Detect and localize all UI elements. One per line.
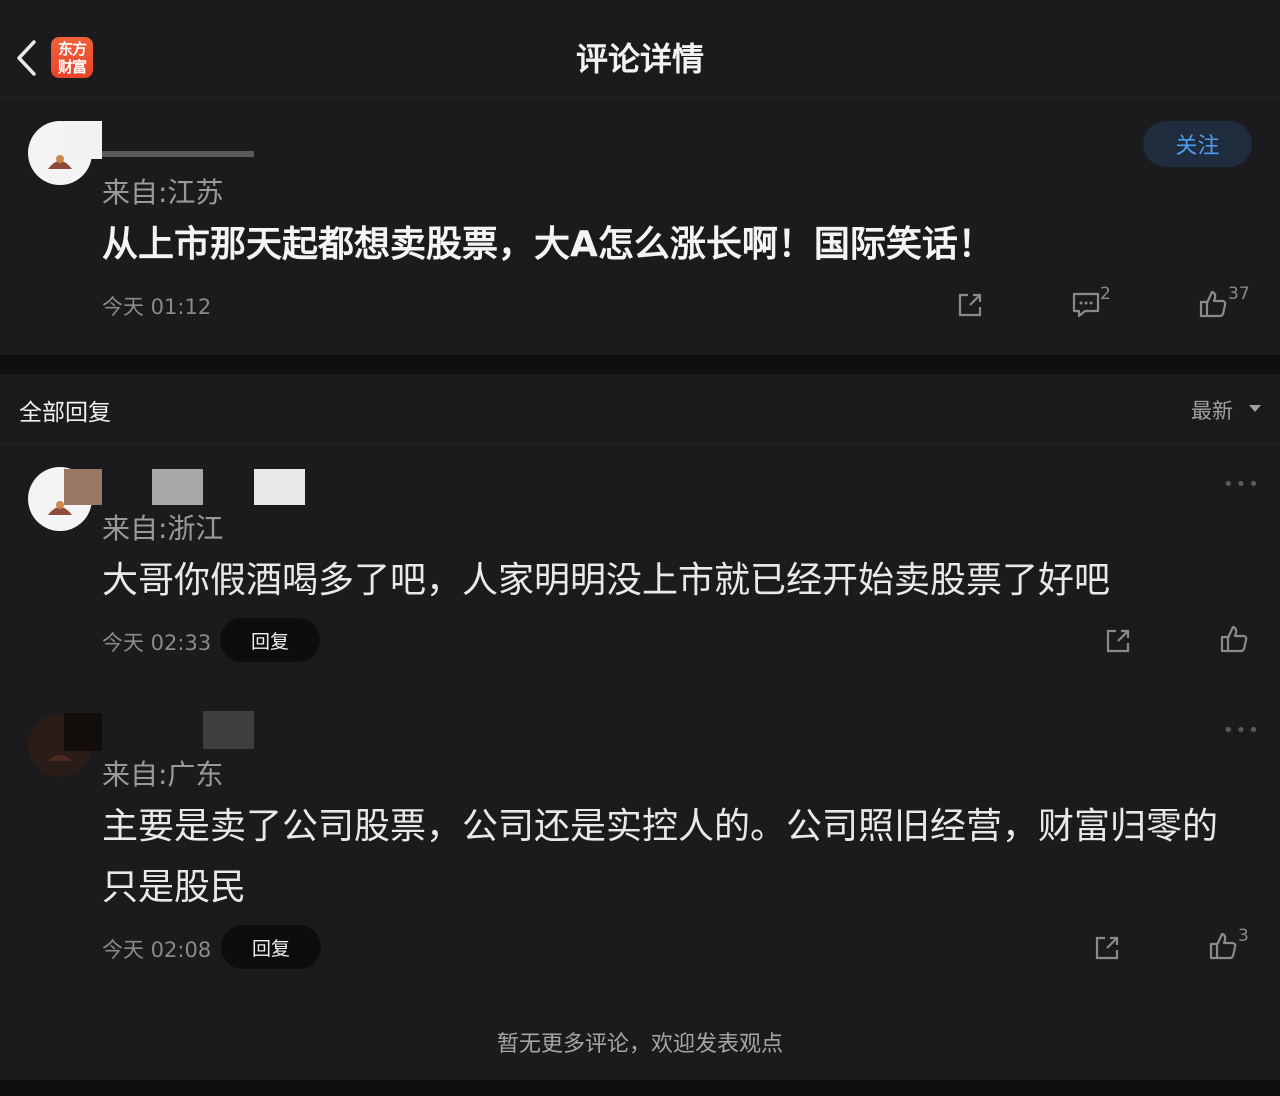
caret-down-icon[interactable] [1249,405,1261,412]
more-dots-icon[interactable]: ••• [1223,474,1261,495]
thumbs-up-icon[interactable] [1208,931,1238,961]
divider [0,444,1280,445]
top-bar: 东方 财富 评论详情 [0,0,1280,98]
location-label: 来自:浙江 [102,512,224,545]
username-redaction [102,151,254,157]
footer-note: 暂无更多评论，欢迎发表观点 [496,1032,783,1057]
username-redaction [64,469,102,505]
more-dots-icon[interactable]: ••• [1223,720,1261,741]
username-redaction [203,711,254,749]
comment-time: 今天 02:08 [102,938,212,962]
comment-text: 大哥你假酒喝多了吧，人家明明没上市就已经开始卖股票了好吧 [102,560,1111,601]
share-icon[interactable] [1104,627,1132,655]
thumbs-up-icon[interactable] [1219,624,1249,654]
location-label: 来自:江苏 [102,176,224,209]
follow-button[interactable]: 关注 [1143,121,1252,167]
username-redaction [254,469,305,505]
reply-count: 2 [1100,284,1111,304]
share-icon[interactable] [956,291,984,319]
share-icon[interactable] [1093,934,1121,962]
bottom-band [0,1080,1280,1096]
username-redaction [64,121,102,159]
section-divider [0,355,1280,374]
comment-time: 今天 01:12 [102,295,212,319]
like-count: 37 [1228,284,1250,304]
sort-dropdown[interactable]: 最新 [1191,395,1233,425]
reply-button[interactable]: 回复 [221,925,321,969]
page-title: 评论详情 [575,40,704,78]
comment-text: 从上市那天起都想卖股票，大A怎么涨长啊！国际笑话！ [102,224,994,265]
comment-text: 主要是卖了公司股票，公司还是实控人的。公司照旧经营，财富归零的只是股民 [102,806,1219,908]
section-title: 全部回复 [19,400,111,426]
username-redaction [64,713,102,751]
username-redaction [152,469,203,505]
like-count: 3 [1238,926,1249,946]
comment-icon[interactable] [1071,291,1101,319]
thumbs-up-icon[interactable] [1198,289,1228,319]
location-label: 来自:广东 [102,758,224,791]
comment-time: 今天 02:33 [102,631,212,655]
reply-button[interactable]: 回复 [220,618,320,662]
